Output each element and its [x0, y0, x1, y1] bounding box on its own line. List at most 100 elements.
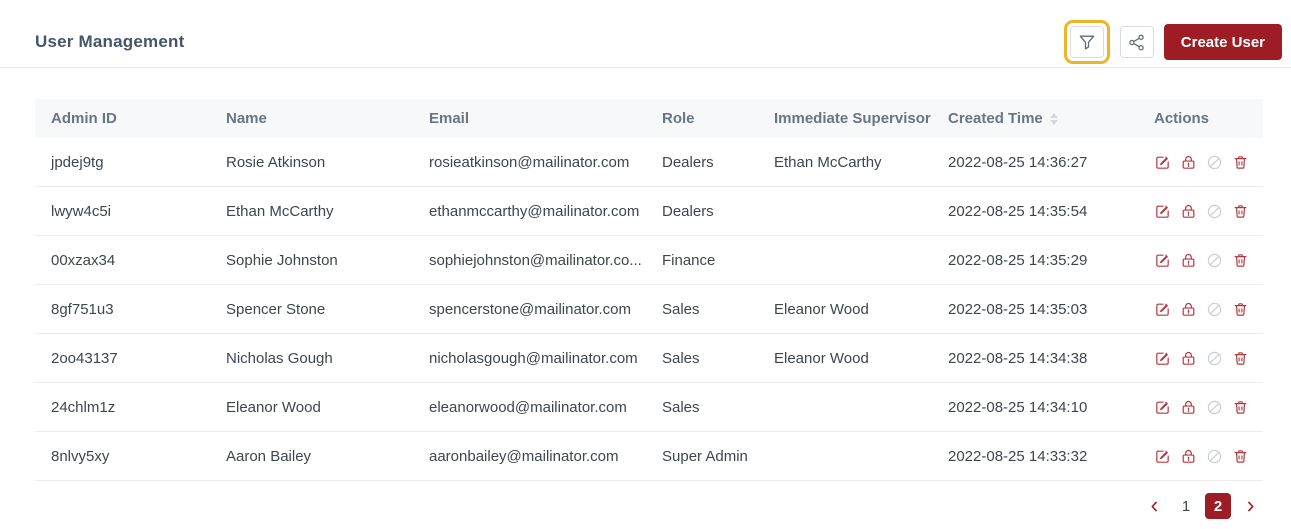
cell-supervisor — [758, 432, 932, 481]
cell-created-time: 2022-08-25 14:35:29 — [932, 236, 1138, 285]
disable-icon — [1206, 350, 1223, 367]
col-header-role: Role — [646, 99, 758, 138]
cell-created-time: 2022-08-25 14:34:38 — [932, 334, 1138, 383]
cell-supervisor — [758, 383, 932, 432]
col-header-supervisor: Immediate Supervisor — [758, 99, 932, 138]
table-row: 8nlvy5xy Aaron Bailey aaronbailey@mailin… — [35, 432, 1263, 481]
cell-email: ethanmccarthy@mailinator.com — [413, 187, 646, 236]
table-row: 2oo43137 Nicholas Gough nicholasgough@ma… — [35, 334, 1263, 383]
user-table: Admin ID Name Email Role Immediate Super… — [35, 99, 1263, 481]
row-actions — [1154, 285, 1247, 333]
table-row: 8gf751u3 Spencer Stone spencerstone@mail… — [35, 285, 1263, 334]
hierarchy-share-button[interactable] — [1120, 26, 1154, 58]
delete-icon[interactable] — [1232, 252, 1249, 269]
row-actions — [1154, 334, 1247, 382]
lock-icon[interactable] — [1180, 350, 1197, 367]
filter-button-highlight — [1064, 20, 1110, 64]
cell-supervisor: Eleanor Wood — [758, 334, 932, 383]
edit-icon[interactable] — [1154, 350, 1171, 367]
cell-role: Sales — [646, 285, 758, 334]
delete-icon[interactable] — [1232, 203, 1249, 220]
table-row: 24chlm1z Eleanor Wood eleanorwood@mailin… — [35, 383, 1263, 432]
cell-admin-id: 2oo43137 — [35, 334, 210, 383]
table-header-row: Admin ID Name Email Role Immediate Super… — [35, 99, 1263, 138]
col-header-created-time[interactable]: Created Time — [932, 99, 1138, 138]
disable-icon — [1206, 399, 1223, 416]
cell-role: Super Admin — [646, 432, 758, 481]
delete-icon[interactable] — [1232, 399, 1249, 416]
cell-admin-id: 24chlm1z — [35, 383, 210, 432]
col-header-admin-id: Admin ID — [35, 99, 210, 138]
share-alt-icon — [1127, 33, 1146, 52]
lock-icon[interactable] — [1180, 203, 1197, 220]
cell-supervisor: Eleanor Wood — [758, 285, 932, 334]
edit-icon[interactable] — [1154, 399, 1171, 416]
row-actions — [1154, 236, 1247, 284]
cell-email: rosieatkinson@mailinator.com — [413, 138, 646, 187]
cell-created-time: 2022-08-25 14:35:03 — [932, 285, 1138, 334]
create-user-button[interactable]: Create User — [1164, 24, 1282, 60]
cell-name: Nicholas Gough — [210, 334, 413, 383]
lock-icon[interactable] — [1180, 399, 1197, 416]
chevron-right-icon — [1243, 499, 1258, 514]
cell-email: sophiejohnston@mailinator.co... — [413, 236, 646, 285]
cell-admin-id: 8gf751u3 — [35, 285, 210, 334]
cell-name: Ethan McCarthy — [210, 187, 413, 236]
sort-icon[interactable] — [1050, 113, 1058, 125]
page-button-1[interactable]: 1 — [1173, 493, 1199, 519]
cell-created-time: 2022-08-25 14:33:32 — [932, 432, 1138, 481]
cell-email: aaronbailey@mailinator.com — [413, 432, 646, 481]
table-row: jpdej9tg Rosie Atkinson rosieatkinson@ma… — [35, 138, 1263, 187]
edit-icon[interactable] — [1154, 252, 1171, 269]
delete-icon[interactable] — [1232, 154, 1249, 171]
filter-icon — [1077, 32, 1097, 52]
col-header-actions: Actions — [1138, 99, 1263, 138]
next-page-button[interactable] — [1237, 493, 1263, 519]
disable-icon — [1206, 252, 1223, 269]
delete-icon[interactable] — [1232, 350, 1249, 367]
cell-role: Dealers — [646, 187, 758, 236]
row-actions — [1154, 187, 1247, 235]
cell-email: spencerstone@mailinator.com — [413, 285, 646, 334]
cell-role: Sales — [646, 334, 758, 383]
table-row: 00xzax34 Sophie Johnston sophiejohnston@… — [35, 236, 1263, 285]
edit-icon[interactable] — [1154, 448, 1171, 465]
edit-icon[interactable] — [1154, 154, 1171, 171]
content-area: Admin ID Name Email Role Immediate Super… — [0, 99, 1291, 519]
toolbar: Create User — [1064, 20, 1282, 64]
cell-role: Sales — [646, 383, 758, 432]
cell-admin-id: jpdej9tg — [35, 138, 210, 187]
lock-icon[interactable] — [1180, 154, 1197, 171]
disable-icon — [1206, 154, 1223, 171]
edit-icon[interactable] — [1154, 301, 1171, 318]
cell-admin-id: lwyw4c5i — [35, 187, 210, 236]
disable-icon — [1206, 301, 1223, 318]
row-actions — [1154, 432, 1247, 480]
prev-page-button[interactable] — [1141, 493, 1167, 519]
page-title: User Management — [35, 32, 184, 52]
cell-supervisor — [758, 236, 932, 285]
col-header-email: Email — [413, 99, 646, 138]
cell-created-time: 2022-08-25 14:35:54 — [932, 187, 1138, 236]
cell-name: Rosie Atkinson — [210, 138, 413, 187]
cell-created-time: 2022-08-25 14:34:10 — [932, 383, 1138, 432]
edit-icon[interactable] — [1154, 203, 1171, 220]
page-button-2[interactable]: 2 — [1205, 493, 1231, 519]
cell-admin-id: 00xzax34 — [35, 236, 210, 285]
lock-icon[interactable] — [1180, 301, 1197, 318]
delete-icon[interactable] — [1232, 301, 1249, 318]
filter-button[interactable] — [1070, 26, 1104, 58]
lock-icon[interactable] — [1180, 252, 1197, 269]
cell-name: Eleanor Wood — [210, 383, 413, 432]
col-header-name: Name — [210, 99, 413, 138]
cell-name: Spencer Stone — [210, 285, 413, 334]
cell-role: Dealers — [646, 138, 758, 187]
lock-icon[interactable] — [1180, 448, 1197, 465]
cell-admin-id: 8nlvy5xy — [35, 432, 210, 481]
cell-name: Sophie Johnston — [210, 236, 413, 285]
row-actions — [1154, 383, 1247, 431]
cell-email: eleanorwood@mailinator.com — [413, 383, 646, 432]
pagination: 1 2 — [35, 493, 1263, 519]
disable-icon — [1206, 203, 1223, 220]
delete-icon[interactable] — [1232, 448, 1249, 465]
